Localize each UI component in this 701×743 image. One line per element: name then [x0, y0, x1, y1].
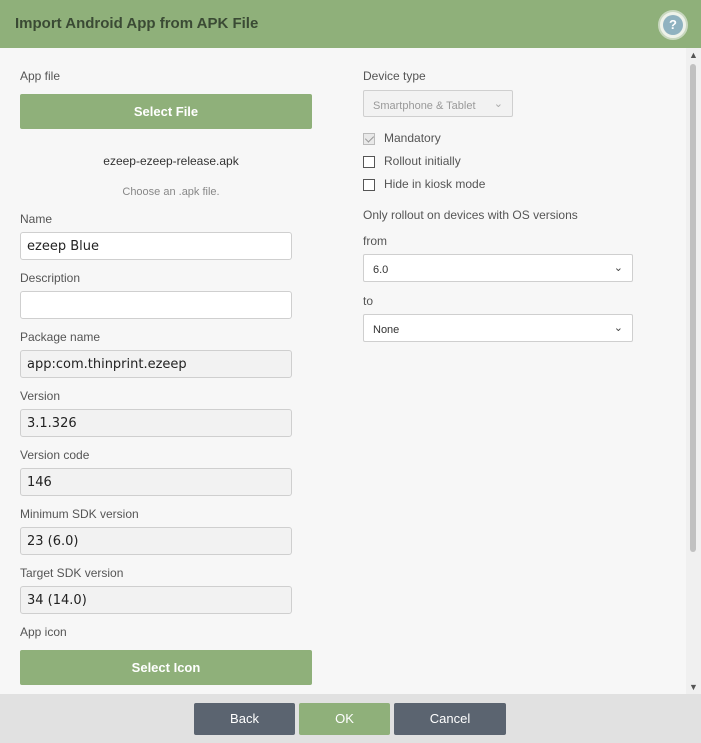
scroll-down-icon[interactable]: ▼ — [689, 682, 698, 692]
min-sdk-label: Minimum SDK version — [20, 507, 139, 521]
hide-kiosk-checkbox[interactable] — [363, 179, 375, 191]
dialog-titlebar: Import Android App from APK File ? — [0, 0, 701, 48]
version-code-field[interactable]: 146 — [20, 468, 292, 496]
rollout-initially-checkbox[interactable] — [363, 156, 375, 168]
os-to-select[interactable]: None ⌄ — [363, 314, 633, 342]
version-code-label: Version code — [20, 448, 90, 462]
select-file-button[interactable]: Select File — [20, 94, 312, 129]
dialog-content: App file Select File ezeep-ezeep-release… — [0, 48, 686, 694]
help-button[interactable]: ? — [658, 10, 688, 40]
target-sdk-field[interactable]: 34 (14.0) — [20, 586, 292, 614]
target-sdk-label: Target SDK version — [20, 566, 124, 580]
file-hint: Choose an .apk file. — [122, 186, 220, 198]
description-label: Description — [20, 271, 81, 285]
app-icon-label: App icon — [20, 625, 67, 639]
mandatory-label: Mandatory — [384, 131, 441, 145]
package-name-field[interactable]: app:com.thinprint.ezeep — [20, 350, 292, 378]
package-name-label: Package name — [20, 330, 101, 344]
scrollbar-thumb[interactable] — [690, 64, 696, 552]
name-field[interactable]: ezeep Blue — [20, 232, 292, 260]
ok-button[interactable]: OK — [299, 703, 390, 735]
name-label: Name — [20, 212, 53, 226]
rollout-initially-label: Rollout initially — [384, 154, 461, 168]
os-from-select[interactable]: 6.0 ⌄ — [363, 254, 633, 282]
hide-kiosk-label: Hide in kiosk mode — [384, 177, 486, 191]
mandatory-checkbox[interactable] — [363, 133, 375, 145]
back-button[interactable]: Back — [194, 703, 295, 735]
cancel-button[interactable]: Cancel — [394, 703, 506, 735]
version-field[interactable]: 3.1.326 — [20, 409, 292, 437]
app-file-label: App file — [20, 69, 61, 83]
os-from-value: 6.0 — [373, 264, 389, 276]
chevron-down-icon: ⌄ — [613, 322, 623, 334]
dialog-title: Import Android App from APK File — [15, 15, 259, 32]
version-label: Version — [20, 389, 61, 403]
content-scrollbar[interactable]: ▲ ▼ — [686, 48, 701, 694]
to-label: to — [363, 294, 374, 308]
device-type-value: Smartphone & Tablet — [373, 100, 476, 112]
from-label: from — [363, 234, 387, 248]
selected-file-name: ezeep-ezeep-release.apk — [103, 154, 239, 168]
scroll-up-icon[interactable]: ▲ — [689, 50, 698, 60]
select-icon-button[interactable]: Select Icon — [20, 650, 312, 685]
min-sdk-field[interactable]: 23 (6.0) — [20, 527, 292, 555]
chevron-down-icon: ⌄ — [493, 98, 503, 110]
device-type-select[interactable]: Smartphone & Tablet ⌄ — [363, 90, 513, 117]
device-type-label: Device type — [363, 69, 426, 83]
os-versions-label: Only rollout on devices with OS versions — [363, 208, 578, 222]
chevron-down-icon: ⌄ — [613, 262, 623, 274]
os-to-value: None — [373, 324, 400, 336]
dialog-footer: Back OK Cancel — [0, 694, 701, 743]
help-icon: ? — [663, 15, 683, 35]
description-field[interactable] — [20, 291, 292, 319]
